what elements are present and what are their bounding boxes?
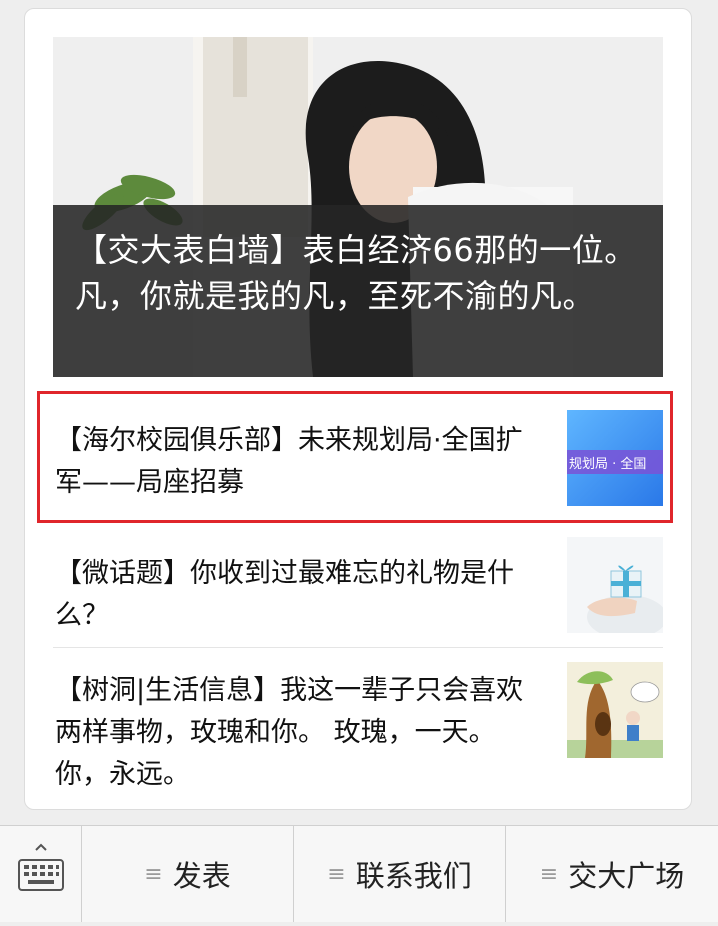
menu-icon: ≡ bbox=[327, 861, 346, 887]
list-item[interactable]: 【海尔校园俱乐部】未来规划局·全国扩军——局座招募 规划局 · 全国 bbox=[25, 392, 691, 522]
keyboard-icon bbox=[18, 843, 64, 891]
menu-item-publish[interactable]: ≡ 发表 bbox=[82, 826, 294, 922]
article-title: 【树洞|生活信息】我这一辈子只会喜欢两样事物，玫瑰和你。 玫瑰，一天。 你，永远… bbox=[55, 675, 524, 790]
bottom-menu-bar: ≡ 发表 ≡ 联系我们 ≡ 交大广场 bbox=[0, 825, 718, 922]
article-thumbnail bbox=[567, 662, 663, 758]
menu-item-plaza[interactable]: ≡ 交大广场 bbox=[506, 826, 718, 922]
list-item[interactable]: 【微话题】你收到过最难忘的礼物是什么？ bbox=[25, 523, 691, 647]
thumbnail-image: 规划局 · 全国 bbox=[567, 410, 663, 506]
menu-icon: ≡ bbox=[144, 861, 163, 887]
menu-item-label: 交大广场 bbox=[568, 859, 685, 893]
hero-title: 【交大表白墙】表白经济66那的一位。凡，你就是我的凡，至死不渝的凡。 bbox=[75, 231, 637, 315]
menu-item-label: 发表 bbox=[172, 859, 231, 893]
list-item[interactable]: 【树洞|生活信息】我这一辈子只会喜欢两样事物，玫瑰和你。 玫瑰，一天。 你，永远… bbox=[25, 648, 691, 808]
svg-text:规划局 · 全国: 规划局 · 全国 bbox=[569, 456, 646, 472]
tree-icon bbox=[567, 662, 663, 758]
article-title: 【微话题】你收到过最难忘的礼物是什么？ bbox=[55, 558, 514, 631]
menu-item-contact[interactable]: ≡ 联系我们 bbox=[294, 826, 506, 922]
article-list-card: 【交大表白墙】表白经济66那的一位。凡，你就是我的凡，至死不渝的凡。 【海尔校园… bbox=[24, 8, 692, 810]
menu-icon: ≡ bbox=[539, 861, 559, 887]
gift-icon bbox=[567, 537, 663, 633]
article-thumbnail bbox=[567, 537, 663, 633]
hero-caption: 【交大表白墙】表白经济66那的一位。凡，你就是我的凡，至死不渝的凡。 bbox=[53, 205, 663, 377]
article-thumbnail: 规划局 · 全国 bbox=[567, 410, 663, 506]
hero-article[interactable]: 【交大表白墙】表白经济66那的一位。凡，你就是我的凡，至死不渝的凡。 bbox=[53, 37, 663, 377]
article-title: 【海尔校园俱乐部】未来规划局·全国扩军——局座招募 bbox=[55, 425, 523, 498]
menu-item-label: 联系我们 bbox=[355, 859, 472, 893]
keyboard-toggle-button[interactable] bbox=[0, 826, 82, 922]
